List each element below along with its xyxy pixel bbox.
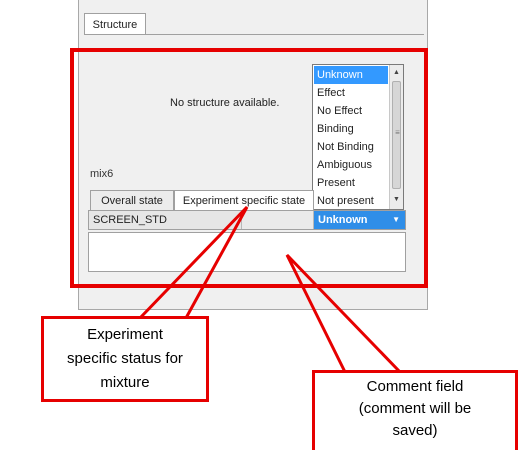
annotation-experiment-status: Experiment specific status for mixture [41, 316, 209, 402]
annotation-text-left: Experiment specific status for mixture [67, 326, 183, 391]
annotation-text-right: Comment field (comment will be saved) [358, 378, 472, 439]
tab-divider [84, 34, 424, 35]
highlight-box [70, 48, 428, 288]
annotation-comment-field: Comment field (comment will be saved) [312, 370, 518, 450]
tab-structure[interactable]: Structure [84, 13, 146, 35]
